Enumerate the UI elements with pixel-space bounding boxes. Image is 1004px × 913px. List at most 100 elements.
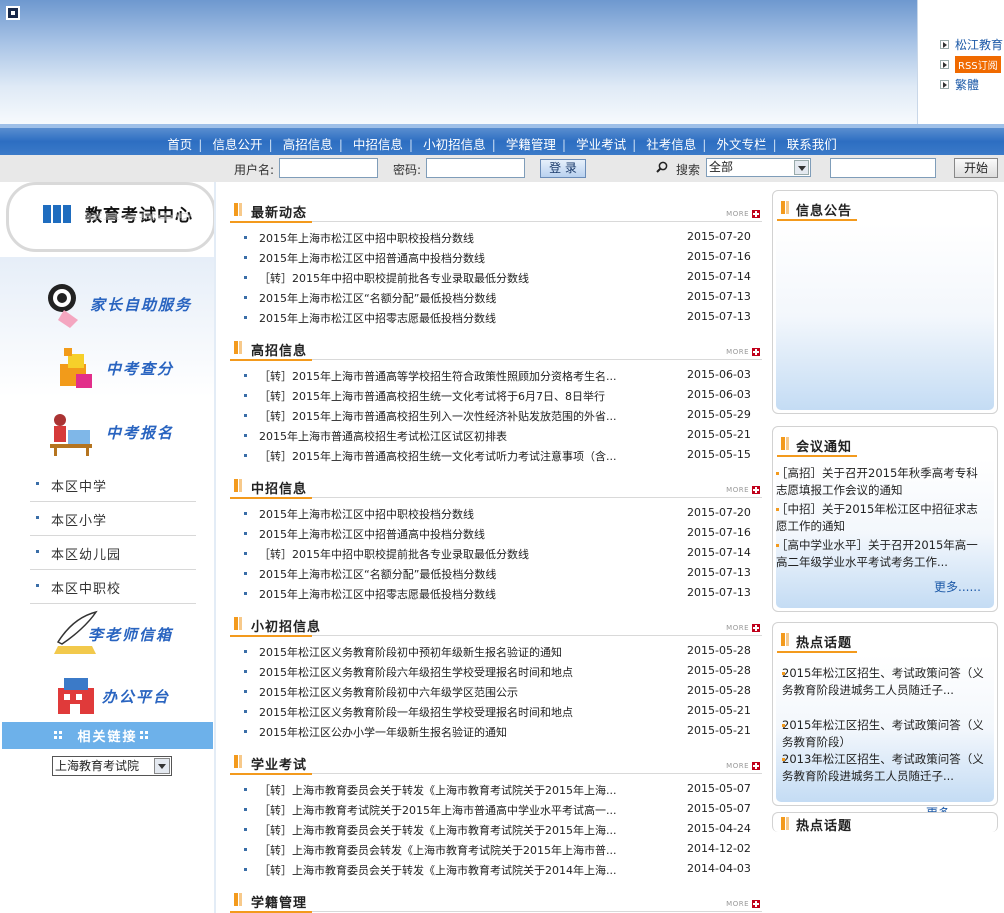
plus-icon	[752, 348, 760, 356]
meeting-item[interactable]: ［高中学业水平］关于召开2015年高一高二年级学业水平考试考务工作...	[776, 537, 988, 571]
local-middle-schools-link[interactable]: 本区中学	[30, 468, 196, 502]
news-title[interactable]: ［转］2015年上海市普通高等学校招生符合政策性照顾加分资格考生名...	[259, 368, 649, 384]
news-item[interactable]: 2015年上海市松江区“名额分配”最低投档分数线 2015-07-13	[230, 287, 762, 307]
username-input[interactable]	[279, 158, 378, 178]
password-input[interactable]	[426, 158, 525, 178]
nav-academic-exam[interactable]: 学业考试	[576, 137, 626, 152]
exam-score-query-link[interactable]: 中考查分	[54, 344, 224, 396]
nav-highschool-admission[interactable]: 中招信息	[353, 137, 403, 152]
news-title[interactable]: ［转］上海市教育委员会关于转发《上海市教育考试院关于2015年上海...	[259, 782, 649, 798]
search-scope-select[interactable]: 全部	[706, 158, 811, 177]
songjiang-education-link[interactable]: 松江教育	[940, 36, 1003, 52]
nav-college-admission[interactable]: 高招信息	[283, 137, 333, 152]
section-more-link[interactable]: MORE	[726, 900, 760, 908]
news-title[interactable]: ［转］2015年上海市普通高校招生统一文化考试听力考试注意事项（含...	[259, 448, 649, 464]
news-item[interactable]: ［转］2015年中招中职校提前批各专业录取最低分数线 2015-07-14	[230, 267, 762, 287]
nav-social-exam[interactable]: 社考信息	[646, 137, 696, 152]
news-title[interactable]: ［转］2015年上海市普通高校招生统一文化考试将于6月7日、8日举行	[259, 388, 649, 404]
news-item[interactable]: ［转］2015年上海市普通高校招生统一文化考试将于6月7日、8日举行 2015-0…	[230, 385, 762, 405]
news-date: 2015-04-24	[687, 822, 751, 835]
news-title[interactable]: 2015年上海市松江区“名额分配”最低投档分数线	[259, 290, 649, 306]
news-date: 2015-05-07	[687, 782, 751, 795]
hot-topic-item[interactable]: 2013年松江区招生、考试政策问答（义务教育阶段进城务工人员随迁子...	[782, 751, 986, 785]
section-more-link[interactable]: MORE	[726, 348, 760, 356]
news-title[interactable]: 2015年上海市普通高校招生考试松江区试区初排表	[259, 428, 649, 444]
news-title[interactable]: 2015年松江区义务教育阶段初中预初年级新生报名验证的通知	[259, 644, 649, 660]
news-title[interactable]: 2015年上海市松江区中招中职校投档分数线	[259, 230, 649, 246]
news-item[interactable]: ［转］上海市教育委员会关于转发《上海市教育考试院关于2015年上海... 2015…	[230, 819, 762, 839]
news-item[interactable]: ［转］上海市教育委员会关于转发《上海市教育考试院关于2014年上海... 2014…	[230, 859, 762, 879]
news-title[interactable]: 2015年上海市松江区中招零志愿最低投档分数线	[259, 310, 649, 326]
news-title[interactable]: 2015年上海市松江区中招普通高中投档分数线	[259, 526, 649, 542]
news-item[interactable]: ［转］2015年中招中职校提前批各专业录取最低分数线 2015-07-14	[230, 543, 762, 563]
traditional-chinese-link[interactable]: 繁體	[940, 76, 979, 92]
news-title[interactable]: 2015年松江区义务教育阶段初中六年级学区范围公示	[259, 684, 649, 700]
teacher-mailbox-link[interactable]: 李老师信箱	[52, 610, 222, 662]
news-title[interactable]: 2015年上海市松江区中招中职校投档分数线	[259, 506, 649, 522]
news-item[interactable]: ［转］2015年上海市普通高校招生列入一次性经济补贴发放范围的外省... 2015…	[230, 405, 762, 425]
news-item[interactable]: 2015年上海市松江区“名额分配”最低投档分数线 2015-07-13	[230, 563, 762, 583]
office-platform-link[interactable]: 办公平台	[54, 672, 224, 724]
section-more-link[interactable]: MORE	[726, 486, 760, 494]
related-links-select[interactable]: 上海教育考试院	[52, 756, 172, 776]
search-start-button[interactable]: 开始	[954, 158, 998, 178]
nav-foreign-column[interactable]: 外文专栏	[717, 137, 767, 152]
news-item[interactable]: 2015年松江区义务教育阶段一年级招生学校受理报名时间和地点 2015-05-21	[230, 701, 762, 721]
news-item[interactable]: ［转］上海市教育委员会转发《上海市教育考试院关于2015年上海市普... 2014…	[230, 839, 762, 859]
nav-info-disclosure[interactable]: 信息公开	[212, 137, 262, 152]
parent-self-service-link[interactable]: 家长自助服务	[44, 280, 214, 332]
nav-home[interactable]: 首页	[167, 137, 192, 152]
nav-primary-admission[interactable]: 小初招信息	[423, 137, 486, 152]
news-item[interactable]: 2015年上海市松江区中招中职校投档分数线 2015-07-20	[230, 227, 762, 247]
news-item[interactable]: 2015年上海市松江区中招零志愿最低投档分数线 2015-07-13	[230, 583, 762, 603]
nav-student-status[interactable]: 学籍管理	[506, 137, 556, 152]
section-more-link[interactable]: MORE	[726, 762, 760, 770]
notice-box: 信息公告	[772, 190, 998, 414]
local-primary-schools-link[interactable]: 本区小学	[30, 502, 196, 536]
exam-center-logo[interactable]: 教育考试中心 教育考试中心	[6, 182, 216, 252]
news-title[interactable]: ［转］2015年中招中职校提前批各专业录取最低分数线	[259, 270, 649, 286]
news-item[interactable]: ［转］上海市教育考试院关于2015年上海市普通高中学业水平考试高一... 2015…	[230, 799, 762, 819]
plus-icon	[752, 210, 760, 218]
news-title[interactable]: ［转］上海市教育委员会关于转发《上海市教育考试院关于2015年上海...	[259, 822, 649, 838]
rss-subscribe-link[interactable]: RSS订阅	[940, 55, 1001, 73]
news-title[interactable]: 2015年上海市松江区中招普通高中投档分数线	[259, 250, 649, 266]
news-item[interactable]: 2015年上海市松江区中招中职校投档分数线 2015-07-20	[230, 503, 762, 523]
news-title[interactable]: ［转］上海市教育委员会关于转发《上海市教育考试院关于2014年上海...	[259, 862, 649, 878]
news-item[interactable]: 2015年松江区义务教育阶段初中预初年级新生报名验证的通知 2015-05-28	[230, 641, 762, 661]
news-item[interactable]: ［转］2015年上海市普通高校招生统一文化考试听力考试注意事项（含... 2015…	[230, 445, 762, 465]
news-title[interactable]: ［转］上海市教育考试院关于2015年上海市普通高中学业水平考试高一...	[259, 802, 649, 818]
news-title[interactable]: ［转］2015年中招中职校提前批各专业录取最低分数线	[259, 546, 649, 562]
news-title[interactable]: 2015年松江区公办小学一年级新生报名验证的通知	[259, 724, 649, 740]
arrow-icon	[940, 39, 949, 49]
meeting-more-link[interactable]: 更多......	[934, 578, 981, 595]
news-title[interactable]: 2015年松江区义务教育阶段六年级招生学校受理报名时间和地点	[259, 664, 649, 680]
news-item[interactable]: 2015年上海市普通高校招生考试松江区试区初排表 2015-05-21	[230, 425, 762, 445]
news-title[interactable]: 2015年上海市松江区中招零志愿最低投档分数线	[259, 586, 649, 602]
section-more-link[interactable]: MORE	[726, 624, 760, 632]
news-date: 2015-07-14	[687, 270, 751, 283]
news-item[interactable]: 2015年松江区义务教育阶段初中六年级学区范围公示 2015-05-28	[230, 681, 762, 701]
exam-registration-link[interactable]: 中考报名	[46, 408, 216, 460]
news-item[interactable]: 2015年上海市松江区中招普通高中投档分数线 2015-07-16	[230, 247, 762, 267]
news-title[interactable]: ［转］2015年上海市普通高校招生列入一次性经济补贴发放范围的外省...	[259, 408, 649, 424]
section-more-link[interactable]: MORE	[726, 210, 760, 218]
meeting-item[interactable]: ［高招］关于召开2015年秋季高考专科志愿填报工作会议的通知	[776, 465, 988, 499]
nav-contact[interactable]: 联系我们	[787, 137, 837, 152]
login-button[interactable]: 登 录	[540, 159, 586, 178]
news-item[interactable]: ［转］上海市教育委员会关于转发《上海市教育考试院关于2015年上海... 2015…	[230, 779, 762, 799]
news-title[interactable]: 2015年上海市松江区“名额分配”最低投档分数线	[259, 566, 649, 582]
news-item[interactable]: ［转］2015年上海市普通高等学校招生符合政策性照顾加分资格考生名... 2015…	[230, 365, 762, 385]
search-input[interactable]	[830, 158, 936, 178]
news-item[interactable]: 2015年松江区义务教育阶段六年级招生学校受理报名时间和地点 2015-05-28	[230, 661, 762, 681]
news-item[interactable]: 2015年松江区公办小学一年级新生报名验证的通知 2015-05-21	[230, 721, 762, 741]
news-title[interactable]: ［转］上海市教育委员会转发《上海市教育考试院关于2015年上海市普...	[259, 842, 649, 858]
hot-topic-item[interactable]: 2015年松江区招生、考试政策问答（义务教育阶段）	[782, 717, 986, 751]
news-item[interactable]: 2015年上海市松江区中招普通高中投档分数线 2015-07-16	[230, 523, 762, 543]
local-vocational-schools-link[interactable]: 本区中职校	[30, 570, 196, 604]
news-item[interactable]: 2015年上海市松江区中招零志愿最低投档分数线 2015-07-13	[230, 307, 762, 327]
meeting-item[interactable]: ［中招］关于2015年松江区中招征求志愿工作的通知	[776, 501, 988, 535]
local-kindergartens-link[interactable]: 本区幼儿园	[30, 536, 196, 570]
news-title[interactable]: 2015年松江区义务教育阶段一年级招生学校受理报名时间和地点	[259, 704, 649, 720]
hot-topic-item[interactable]: 2015年松江区招生、考试政策问答（义务教育阶段进城务工人员随迁子...	[782, 665, 986, 699]
